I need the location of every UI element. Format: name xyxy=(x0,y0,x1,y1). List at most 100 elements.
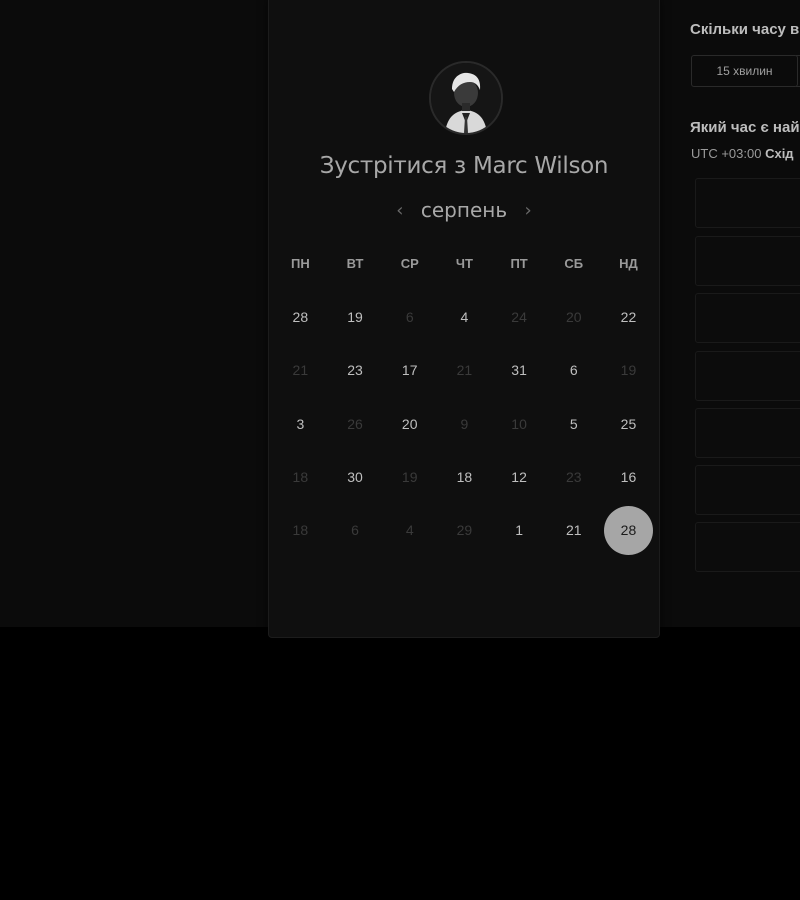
calendar-day-number: 18 xyxy=(292,522,309,538)
calendar-day: 18 xyxy=(273,505,328,555)
calendar-day-number: 21 xyxy=(456,362,473,378)
calendar-day-number: 5 xyxy=(569,416,578,432)
timezone-selector[interactable]: UTC +03:00 Схід xyxy=(691,146,794,161)
calendar-day-number: 1 xyxy=(515,522,523,538)
calendar-day-number: 17 xyxy=(401,362,418,378)
calendar-day[interactable]: 16 xyxy=(601,452,656,502)
chevron-left-icon[interactable]: ‹ xyxy=(393,200,407,221)
calendar-day-number: 21 xyxy=(565,522,582,538)
calendar-day-number: 26 xyxy=(347,416,363,432)
calendar-day-number: 28 xyxy=(292,309,309,325)
weekday-label: ВТ xyxy=(346,256,364,271)
calendar-day-number: 28 xyxy=(603,505,653,555)
month-label: серпень xyxy=(420,198,508,222)
calendar-day: 21 xyxy=(273,345,328,395)
calendar-day[interactable]: 18 xyxy=(437,452,492,502)
calendar-day: 23 xyxy=(546,452,601,502)
calendar-day-number: 23 xyxy=(565,469,582,485)
calendar-day-number: 23 xyxy=(347,362,363,378)
weekday-label: СБ xyxy=(564,256,584,271)
calendar-day-number: 4 xyxy=(405,522,414,538)
calendar-day[interactable]: 20 xyxy=(382,399,437,449)
calendar-day[interactable]: 6 xyxy=(546,345,601,395)
page-title: Зустрітися з Marc Wilson xyxy=(269,153,659,179)
calendar-day: 4 xyxy=(382,505,437,555)
calendar-day: 9 xyxy=(437,399,492,449)
duration-option-button-next[interactable] xyxy=(796,55,800,87)
calendar-day[interactable]: 28 xyxy=(273,292,328,342)
time-slot[interactable] xyxy=(695,351,800,401)
calendar-day-number: 10 xyxy=(511,416,527,432)
time-slot[interactable] xyxy=(695,236,800,286)
calendar-day: 26 xyxy=(328,399,383,449)
calendar-day[interactable]: 17 xyxy=(382,345,437,395)
calendar-day[interactable]: 25 xyxy=(601,399,656,449)
calendar-day-number: 18 xyxy=(292,469,309,485)
calendar-day-number: 25 xyxy=(620,416,637,432)
calendar-day-number: 4 xyxy=(460,309,469,325)
time-slot[interactable] xyxy=(695,465,800,515)
time-slot[interactable] xyxy=(695,178,800,228)
calendar-day-number: 19 xyxy=(347,309,363,325)
time-slot[interactable] xyxy=(695,293,800,343)
weekday-label: НД xyxy=(619,256,638,271)
host-name: Marc Wilson xyxy=(472,153,609,179)
calendar-day-number: 16 xyxy=(620,469,637,485)
time-slot[interactable] xyxy=(695,408,800,458)
calendar-day-number: 20 xyxy=(401,416,418,432)
month-navigation: ‹ серпень › xyxy=(269,198,659,222)
calendar-day-number: 3 xyxy=(296,416,305,432)
weekday-label: СР xyxy=(400,256,419,271)
calendar-day[interactable]: 21 xyxy=(546,505,601,555)
time-heading: Який час є най xyxy=(690,119,800,136)
calendar-day-number: 29 xyxy=(456,522,473,538)
calendar-day-number: 19 xyxy=(620,362,637,378)
calendar-day: 20 xyxy=(546,292,601,342)
chevron-right-icon[interactable]: › xyxy=(521,200,535,221)
host-portrait-icon xyxy=(431,63,501,133)
timezone-name: Схід xyxy=(765,146,794,161)
calendar-day: 19 xyxy=(382,452,437,502)
calendar-day-selected[interactable]: 28 xyxy=(601,505,656,555)
calendar-day: 18 xyxy=(273,452,328,502)
calendar-day[interactable]: 19 xyxy=(328,292,383,342)
calendar-day[interactable]: 1 xyxy=(492,505,547,555)
calendar-day-number: 6 xyxy=(405,309,414,325)
calendar-day-number: 19 xyxy=(401,469,418,485)
calendar-day-number: 21 xyxy=(292,362,309,378)
weekday-label: ПТ xyxy=(510,256,528,271)
calendar-day[interactable]: 4 xyxy=(437,292,492,342)
calendar-day[interactable]: 23 xyxy=(328,345,383,395)
calendar-day-number: 9 xyxy=(460,416,469,432)
duration-heading: Скільки часу в xyxy=(690,21,800,38)
calendar-day[interactable]: 5 xyxy=(546,399,601,449)
calendar-day: 10 xyxy=(492,399,547,449)
calendar-day-number: 24 xyxy=(511,309,527,325)
calendar-day[interactable]: 22 xyxy=(601,292,656,342)
calendar-day-number: 22 xyxy=(620,309,637,325)
calendar-day-number: 6 xyxy=(351,522,359,538)
right-panel: Скільки часу в 15 хвилин Який час є най … xyxy=(690,0,800,627)
title-prefix: Зустрітися з xyxy=(319,153,466,179)
calendar-day-number: 12 xyxy=(511,469,527,485)
avatar xyxy=(429,61,503,135)
time-slot[interactable] xyxy=(695,522,800,572)
calendar-week-row: 18 30 19 18 12 23 16 xyxy=(273,452,656,502)
calendar-week-row: 28 19 6 4 24 20 22 xyxy=(273,292,656,342)
calendar-day[interactable]: 3 xyxy=(273,399,328,449)
calendar-day-number: 30 xyxy=(347,469,363,485)
weekday-label: ПН xyxy=(290,256,310,271)
calendar-day-number: 31 xyxy=(511,362,527,378)
calendar-day[interactable]: 12 xyxy=(492,452,547,502)
calendar-day-number: 20 xyxy=(565,309,582,325)
calendar-day[interactable]: 30 xyxy=(328,452,383,502)
calendar-week-row: 3 26 20 9 10 5 25 xyxy=(273,399,656,449)
calendar-day: 6 xyxy=(382,292,437,342)
calendar-day[interactable]: 31 xyxy=(492,345,547,395)
calendar-day: 6 xyxy=(328,505,383,555)
weekday-header: ПН ВТ СР ЧТ ПТ СБ НД xyxy=(273,256,656,271)
calendar-week-row: 21 23 17 21 31 6 19 xyxy=(273,345,656,395)
calendar-week-row: 18 6 4 29 1 21 28 xyxy=(273,505,656,555)
calendar-day: 21 xyxy=(437,345,492,395)
duration-option-button[interactable]: 15 хвилин xyxy=(691,55,798,87)
